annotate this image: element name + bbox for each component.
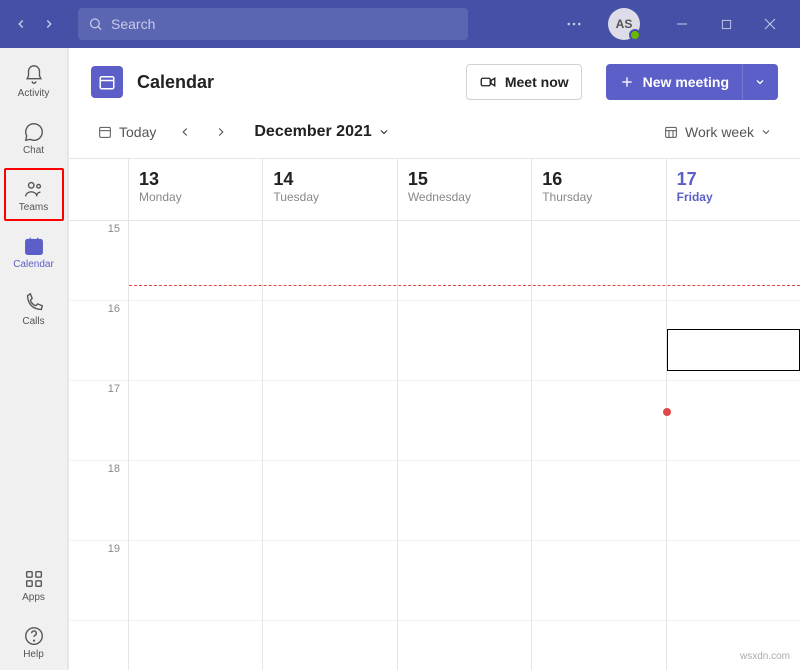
day-header[interactable]: 13 Monday <box>129 159 262 221</box>
time-label: 19 <box>69 541 128 621</box>
chevron-down-icon <box>754 76 766 88</box>
day-number: 14 <box>273 169 386 190</box>
time-label: 17 <box>69 381 128 461</box>
page-title: Calendar <box>137 72 214 93</box>
view-switcher-label: Work week <box>685 124 754 140</box>
calendar-view-icon <box>663 124 679 140</box>
days-container: 13 Monday 14 Tuesday 15 Wednesday <box>129 159 800 670</box>
teams-icon <box>23 178 45 200</box>
calendar-today-icon <box>97 124 113 140</box>
help-icon <box>23 625 45 647</box>
day-number: 17 <box>677 169 790 190</box>
video-icon <box>479 73 497 91</box>
rail-item-teams[interactable]: Teams <box>4 168 64 221</box>
nav-back-button[interactable] <box>8 11 34 37</box>
window-close-button[interactable] <box>748 2 792 46</box>
rail-label: Teams <box>19 202 48 213</box>
rail-item-chat[interactable]: Chat <box>4 111 64 164</box>
day-header[interactable]: 15 Wednesday <box>398 159 531 221</box>
time-label: 18 <box>69 461 128 541</box>
calendar-app-icon <box>91 66 123 98</box>
avatar[interactable]: AS <box>608 8 640 40</box>
window-maximize-button[interactable] <box>704 2 748 46</box>
day-number: 13 <box>139 169 252 190</box>
main-panel: Calendar Meet now New meeting Today <box>68 48 800 670</box>
time-label: 16 <box>69 301 128 381</box>
day-column-wed[interactable]: 15 Wednesday <box>398 159 532 670</box>
today-label: Today <box>119 124 156 140</box>
phone-icon <box>23 292 45 314</box>
app-rail: Activity Chat Teams Calendar Calls Apps … <box>0 48 68 670</box>
rail-item-calls[interactable]: Calls <box>4 282 64 335</box>
day-name: Wednesday <box>408 190 521 204</box>
view-switcher-button[interactable]: Work week <box>657 120 778 144</box>
search-input[interactable] <box>111 16 458 32</box>
meet-now-button[interactable]: Meet now <box>466 64 582 100</box>
day-header[interactable]: 14 Tuesday <box>263 159 396 221</box>
meet-now-label: Meet now <box>505 74 569 90</box>
avatar-initials: AS <box>616 17 633 31</box>
watermark-text: wsxdn.com <box>740 651 790 662</box>
search-icon <box>88 16 103 32</box>
rail-label: Activity <box>18 88 50 99</box>
day-column-thu[interactable]: 16 Thursday <box>532 159 666 670</box>
rail-label: Chat <box>23 145 44 156</box>
day-column-fri[interactable]: 17 Friday <box>667 159 800 670</box>
chat-icon <box>23 121 45 143</box>
new-meeting-dropdown-button[interactable] <box>742 64 778 100</box>
day-name: Monday <box>139 190 252 204</box>
rail-label: Calendar <box>13 259 54 270</box>
apps-icon <box>23 568 45 590</box>
day-column-mon[interactable]: 13 Monday <box>129 159 263 670</box>
rail-item-activity[interactable]: Activity <box>4 54 64 107</box>
day-column-tue[interactable]: 14 Tuesday <box>263 159 397 670</box>
title-bar: AS <box>0 0 800 48</box>
rail-item-calendar[interactable]: Calendar <box>4 225 64 278</box>
chevron-right-icon <box>214 125 228 139</box>
month-label: December 2021 <box>254 123 371 141</box>
day-name: Friday <box>677 190 790 204</box>
new-meeting-label: New meeting <box>643 74 729 90</box>
bell-icon <box>23 64 45 86</box>
chevron-down-icon <box>378 126 390 138</box>
time-label: 15 <box>69 221 128 301</box>
now-marker-dot <box>663 408 671 416</box>
chevron-left-icon <box>178 125 192 139</box>
plus-icon <box>619 74 635 90</box>
day-header[interactable]: 16 Thursday <box>532 159 665 221</box>
previous-week-button[interactable] <box>172 121 198 143</box>
today-button[interactable]: Today <box>91 120 162 144</box>
rail-label: Help <box>23 649 44 660</box>
time-gutter: 15 16 17 18 19 <box>69 159 129 670</box>
more-options-button[interactable] <box>552 2 596 46</box>
day-name: Tuesday <box>273 190 386 204</box>
day-name: Thursday <box>542 190 655 204</box>
calendar-grid: 15 16 17 18 19 13 Monday 14 <box>69 158 800 670</box>
next-week-button[interactable] <box>208 121 234 143</box>
page-header: Calendar Meet now New meeting <box>69 48 800 114</box>
rail-label: Apps <box>22 592 45 603</box>
day-number: 15 <box>408 169 521 190</box>
new-meeting-button[interactable]: New meeting <box>606 64 742 100</box>
calendar-toolbar: Today December 2021 Work week <box>69 114 800 158</box>
day-header[interactable]: 17 Friday <box>667 159 800 221</box>
rail-item-help[interactable]: Help <box>4 615 64 668</box>
day-number: 16 <box>542 169 655 190</box>
search-box[interactable] <box>78 8 468 40</box>
date-range-picker[interactable]: December 2021 <box>254 123 389 141</box>
nav-forward-button[interactable] <box>36 11 62 37</box>
presence-indicator <box>629 29 641 41</box>
window-minimize-button[interactable] <box>660 2 704 46</box>
selected-time-slot[interactable] <box>667 329 800 371</box>
calendar-icon <box>23 235 45 257</box>
rail-item-apps[interactable]: Apps <box>4 558 64 611</box>
rail-label: Calls <box>22 316 44 327</box>
chevron-down-icon <box>760 126 772 138</box>
